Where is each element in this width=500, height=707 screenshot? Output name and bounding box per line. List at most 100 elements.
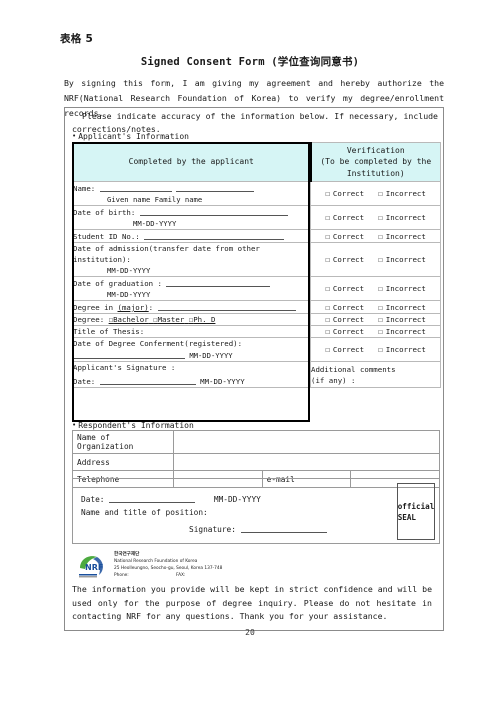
degree-conferment-input[interactable] — [73, 349, 185, 359]
correct-label: Correct — [332, 302, 365, 312]
date-of-birth-input[interactable] — [139, 206, 288, 216]
verification-name: ☐ Correct ☐ Incorrect — [310, 181, 441, 206]
respondent-signature-block: Date: MM-DD-YYYY Name and title of posit… — [72, 478, 440, 544]
correct-checkbox-graduation[interactable]: ☐ Correct — [325, 284, 364, 293]
correct-label: Correct — [332, 345, 365, 354]
incorrect-checkbox-name[interactable]: ☐ Incorrect — [378, 189, 426, 198]
incorrect-checkbox-admission[interactable]: ☐ Incorrect — [378, 255, 426, 264]
form-number: 表格 5 — [60, 33, 94, 45]
degree-option-bachelor[interactable]: ☐Bachelor — [109, 315, 149, 324]
field-date-of-admission-label: Date of admission(transfer date from oth… — [73, 244, 260, 264]
organization-name-input[interactable] — [173, 430, 440, 454]
degree-major-input[interactable] — [157, 301, 296, 311]
field-degree-type[interactable]: Degree: ☐Bachelor ☐Master ☐Ph. D — [72, 313, 311, 326]
field-degree-major[interactable]: Degree in (major): — [72, 300, 311, 314]
nrf-phone-label: Phone: — [114, 573, 129, 578]
verification-student-id: ☐ Correct ☐ Incorrect — [310, 229, 441, 243]
verification-degree-conferment: ☐ Correct ☐ Incorrect — [310, 337, 441, 362]
field-date-of-admission[interactable]: Date of admission(transfer date from oth… — [72, 242, 311, 277]
applicant-date-hint: MM-DD-YYYY — [200, 377, 245, 386]
incorrect-checkbox-conferment[interactable]: ☐ Incorrect — [378, 345, 426, 354]
closing-note: The information you provide will be kept… — [72, 584, 432, 621]
table-row: Name of Organization — [72, 430, 440, 454]
checkbox-icon: ☐ — [325, 315, 330, 324]
applicant-date-input[interactable] — [99, 375, 196, 385]
respondent-date-label: Date: — [81, 495, 105, 504]
field-degree-major-label: Degree in (major): — [73, 303, 154, 312]
nrf-footer-block: NRF 한국연구재단 National Research Foundation … — [78, 551, 308, 584]
incorrect-label: Incorrect — [385, 284, 426, 293]
applicant-section-label-text: Applicant's Information — [78, 132, 189, 141]
correct-checkbox-thesis[interactable]: ☐ Correct — [325, 327, 364, 336]
table-row: Degree in (major): ☐ Correct ☐ Incorrect — [72, 300, 441, 314]
nrf-address: 25 Heolleungno, Seocho-gu, Seoul, Korea … — [114, 566, 223, 571]
correct-checkbox-degree[interactable]: ☐ Correct — [325, 315, 364, 324]
verification-date-of-admission: ☐ Correct ☐ Incorrect — [310, 242, 441, 277]
correct-checkbox-dob[interactable]: ☐ Correct — [325, 213, 364, 222]
field-date-of-admission-sub: MM-DD-YYYY — [107, 266, 151, 275]
checkbox-icon: ☐ — [325, 213, 330, 222]
verification-thesis-title: ☐ Correct ☐ Incorrect — [310, 325, 441, 338]
incorrect-checkbox-thesis[interactable]: ☐ Incorrect — [378, 327, 426, 336]
field-degree-type-label: Degree: — [73, 315, 105, 324]
given-name-input[interactable] — [99, 182, 172, 192]
checkbox-icon: ☐ — [325, 345, 330, 354]
incorrect-checkbox-major[interactable]: ☐ Incorrect — [378, 303, 426, 312]
applicant-table: Completed by the applicant Verification … — [72, 142, 441, 388]
field-name[interactable]: Name: Given name Family name — [72, 181, 311, 206]
field-degree-conferment[interactable]: Date of Degree Conferment(registered): M… — [72, 337, 311, 362]
date-of-graduation-input[interactable] — [166, 277, 271, 287]
incorrect-checkbox-graduation[interactable]: ☐ Incorrect — [378, 284, 426, 293]
applicant-signature-label: Applicant's Signature : — [73, 363, 176, 372]
degree-option-phd[interactable]: ☐Ph. D — [189, 315, 216, 324]
checkbox-icon: ☐ — [325, 327, 330, 336]
applicant-section-label: • Applicant's Information — [72, 132, 189, 141]
correct-label: Correct — [332, 284, 365, 293]
checkbox-icon: ☐ — [325, 302, 330, 312]
field-thesis-title[interactable]: Title of Thesis: — [72, 325, 311, 338]
respondent-signature-row: Signature: — [81, 523, 371, 536]
verification-column-header: Verification (To be completed by the Ins… — [310, 142, 441, 182]
verification-degree-type: ☐ Correct ☐ Incorrect — [310, 313, 441, 326]
verification-degree-major: ☐ Correct ☐ Incorrect — [310, 300, 441, 314]
field-student-id[interactable]: Student ID No.: — [72, 229, 311, 243]
verification-date-of-graduation: ☐ Correct ☐ Incorrect — [310, 276, 441, 301]
applicant-date-label: Date: — [73, 377, 96, 386]
correct-checkbox-student-id[interactable]: ☐ Correct — [325, 232, 364, 241]
correct-checkbox-conferment[interactable]: ☐ Correct — [325, 345, 364, 354]
table-row: Student ID No.: ☐ Correct ☐ Incorrect — [72, 229, 441, 243]
incorrect-checkbox-dob[interactable]: ☐ Incorrect — [378, 213, 426, 222]
family-name-input[interactable] — [176, 182, 255, 192]
respondent-date-input[interactable] — [109, 493, 196, 503]
correct-checkbox-name[interactable]: ☐ Correct — [325, 189, 364, 198]
correct-label: Correct — [332, 315, 365, 324]
field-date-of-birth-sub: MM-DD-YYYY — [133, 219, 177, 228]
incorrect-checkbox-student-id[interactable]: ☐ Incorrect — [378, 232, 426, 241]
respondent-date-hint: MM-DD-YYYY — [213, 495, 261, 504]
additional-comments-cell[interactable]: Additional comments (if any) : — [310, 361, 441, 388]
address-input[interactable] — [173, 453, 440, 471]
verification-header-line3: Institution) — [346, 168, 405, 178]
checkbox-icon: ☐ — [325, 189, 330, 198]
degree-option-master[interactable]: ☐Master — [153, 315, 184, 324]
table-row: Applicant's Signature : Date: MM-DD-YYYY… — [72, 361, 441, 388]
field-applicant-signature[interactable]: Applicant's Signature : Date: MM-DD-YYYY — [72, 361, 311, 388]
field-degree-conferment-label: Date of Degree Conferment(registered): — [73, 339, 243, 348]
checkbox-icon: ☐ — [378, 315, 383, 324]
field-name-label: Name: — [73, 184, 96, 193]
correct-checkbox-admission[interactable]: ☐ Correct — [325, 255, 364, 264]
checkbox-icon: ☐ — [325, 255, 330, 264]
major-emphasis: (major) — [117, 303, 149, 312]
official-seal-box: official SEAL — [397, 483, 435, 540]
checkbox-icon: ☐ — [378, 345, 383, 354]
field-date-of-birth[interactable]: Date of birth: MM-DD-YYYY — [72, 205, 311, 230]
incorrect-checkbox-degree[interactable]: ☐ Incorrect — [378, 315, 426, 324]
correct-checkbox-major[interactable]: ☐ Correct — [325, 303, 364, 312]
respondent-date-row: Date: MM-DD-YYYY — [81, 493, 371, 506]
incorrect-label: Incorrect — [385, 345, 426, 354]
respondent-signature-input[interactable] — [240, 523, 327, 533]
field-date-of-graduation[interactable]: Date of graduation : MM-DD-YYYY — [72, 276, 311, 301]
student-id-input[interactable] — [144, 230, 285, 240]
field-student-id-label: Student ID No.: — [73, 232, 140, 241]
correct-label: Correct — [332, 255, 365, 264]
